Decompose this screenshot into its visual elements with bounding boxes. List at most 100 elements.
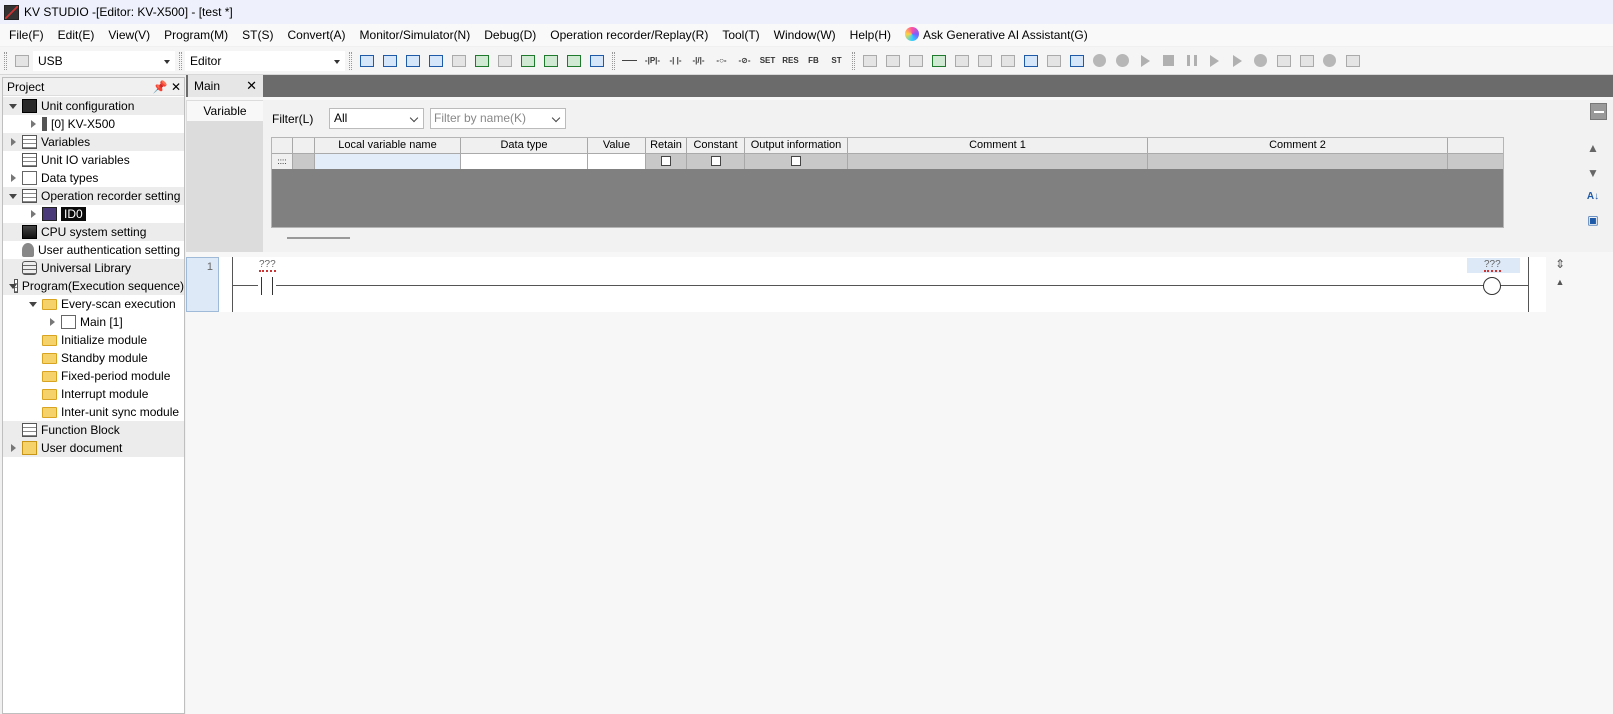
clipboard-icon[interactable]: ▣	[1585, 212, 1601, 228]
table-icon[interactable]	[518, 52, 537, 70]
filter-by-name-input[interactable]: Filter by name(K)	[430, 108, 566, 129]
timer-icon[interactable]	[1044, 52, 1063, 70]
row-index-cell[interactable]	[293, 154, 315, 169]
probe-icon[interactable]	[998, 52, 1017, 70]
retain-checkbox[interactable]	[661, 156, 671, 166]
tree-item-function-block[interactable]: Function Block	[3, 421, 184, 439]
menu-monitor-simulator[interactable]: Monitor/Simulator(N)	[353, 24, 478, 46]
menu-edit[interactable]: Edit(E)	[51, 24, 102, 46]
filter-select[interactable]: All	[329, 108, 424, 129]
tree-item-universal-library[interactable]: Universal Library	[3, 259, 184, 277]
tree-item-unit-io-variables[interactable]: Unit IO variables	[22, 151, 130, 169]
tree-item-fixed-period-module[interactable]: Fixed-period module	[42, 367, 170, 385]
tree-item-inter-unit-sync-module[interactable]: Inter-unit sync module	[42, 403, 179, 421]
horizontal-scrollbar[interactable]	[287, 237, 350, 239]
toolbar-grip[interactable]	[4, 51, 7, 70]
normally-open-contact[interactable]	[258, 277, 276, 295]
rung-number[interactable]: 1	[186, 257, 219, 312]
search-icon[interactable]	[449, 52, 468, 70]
menu-convert[interactable]: Convert(A)	[281, 24, 353, 46]
data-type-cell[interactable]	[461, 154, 588, 169]
close-tab-icon[interactable]: ✕	[246, 78, 257, 94]
upload-icon[interactable]	[426, 52, 445, 70]
monitor-icon[interactable]	[1021, 52, 1040, 70]
tree-item-operation-recorder[interactable]: Operation recorder setting	[3, 187, 184, 205]
numbered-list-icon[interactable]	[906, 52, 925, 70]
toolbar-grip[interactable]	[852, 51, 855, 70]
menu-view[interactable]: View(V)	[101, 24, 157, 46]
tree-item-program[interactable]: Program(Execution sequence)	[3, 277, 184, 295]
expand-icon[interactable]	[9, 443, 18, 453]
menu-help[interactable]: Help(H)	[843, 24, 898, 46]
tree-item-user-document[interactable]: User document	[3, 439, 184, 457]
tree-item-main[interactable]: Main [1]	[48, 313, 123, 331]
menu-tool[interactable]: Tool(T)	[715, 24, 766, 46]
coil-inverted-icon[interactable]: -⊘-	[735, 52, 754, 70]
record-icon[interactable]	[1090, 52, 1109, 70]
expand-icon[interactable]	[29, 209, 38, 219]
tree-item-cpu-system-setting[interactable]: CPU system setting	[3, 223, 184, 241]
comment-1-cell[interactable]	[848, 154, 1148, 169]
row-handle[interactable]: ::::	[272, 154, 293, 169]
sort-icon[interactable]: A↓	[1585, 188, 1601, 204]
tree-item-user-authentication[interactable]: User authentication setting	[22, 241, 180, 259]
expand-icon[interactable]	[29, 300, 38, 309]
menu-program[interactable]: Program(M)	[157, 24, 235, 46]
tree-item-initialize-module[interactable]: Initialize module	[42, 331, 147, 349]
tree-item-unit-configuration[interactable]: Unit configuration	[3, 97, 184, 115]
tree-item-id0[interactable]: ID0	[29, 205, 86, 223]
step-icon[interactable]	[1205, 52, 1224, 70]
compare-icon[interactable]	[495, 52, 514, 70]
toolbar-grip[interactable]	[612, 51, 615, 70]
expand-icon[interactable]	[29, 119, 38, 129]
column-header-retain[interactable]: Retain	[646, 138, 687, 153]
output-coil[interactable]	[1483, 277, 1501, 295]
column-header-data-type[interactable]: Data type	[461, 138, 588, 153]
column-header-comment-1[interactable]: Comment 1	[848, 138, 1148, 153]
st-icon[interactable]: ST	[827, 52, 846, 70]
function-block-icon[interactable]: FB	[804, 52, 823, 70]
column-header-value[interactable]: Value	[588, 138, 646, 153]
transfer-to-plc-icon[interactable]	[357, 52, 376, 70]
column-header-local-variable-name[interactable]: Local variable name	[315, 138, 461, 153]
forward-icon[interactable]	[1228, 52, 1247, 70]
expand-icon[interactable]	[9, 137, 18, 147]
toolbar-grip[interactable]	[349, 51, 352, 70]
sync-icon[interactable]	[587, 52, 606, 70]
menu-file[interactable]: File(F)	[2, 24, 51, 46]
collapse-variable-pane-button[interactable]	[1590, 103, 1607, 120]
output-information-checkbox[interactable]	[791, 156, 801, 166]
pause-icon[interactable]	[1182, 52, 1201, 70]
expand-icon[interactable]	[9, 102, 18, 111]
menu-debug[interactable]: Debug(D)	[477, 24, 543, 46]
column-header-output-information[interactable]: Output information	[745, 138, 848, 153]
reset-coil-icon[interactable]: RES	[781, 52, 800, 70]
menu-ai-assistant[interactable]: Ask Generative AI Assistant(G)	[898, 24, 1095, 46]
contact-icon[interactable]: -| |-	[666, 52, 685, 70]
pen-icon[interactable]	[860, 52, 879, 70]
read-from-plc-icon[interactable]	[380, 52, 399, 70]
move-up-icon[interactable]: ▲	[1585, 140, 1601, 156]
tree-item-kv-x500[interactable]: [0] KV-X500	[29, 115, 115, 133]
split-view-icon[interactable]: ⇕	[1552, 257, 1568, 271]
mode-select[interactable]: Editor	[185, 50, 345, 71]
contact-no-icon[interactable]: -|P|-	[643, 52, 662, 70]
tree-item-standby-module[interactable]: Standby module	[42, 349, 148, 367]
settings-panel-icon[interactable]	[1343, 52, 1362, 70]
move-down-icon[interactable]: ▼	[1585, 165, 1601, 181]
value-cell[interactable]	[588, 154, 646, 169]
warning-monitor-icon[interactable]	[1067, 52, 1086, 70]
replay-icon[interactable]	[1251, 52, 1270, 70]
tab-main[interactable]: Main ✕	[188, 75, 263, 97]
check-icon[interactable]	[472, 52, 491, 70]
expand-icon[interactable]	[9, 173, 18, 183]
constant-checkbox[interactable]	[710, 156, 721, 166]
tree-item-data-types[interactable]: Data types	[9, 169, 98, 187]
scroll-up-icon[interactable]: ▲	[1552, 275, 1568, 289]
column-header-constant[interactable]: Constant	[687, 138, 745, 153]
expand-icon[interactable]	[9, 192, 18, 201]
tree-item-every-scan[interactable]: Every-scan execution	[29, 295, 176, 313]
local-variable-name-cell[interactable]	[315, 154, 461, 169]
expand-icon[interactable]	[48, 317, 57, 327]
expand-icon[interactable]	[9, 282, 19, 291]
